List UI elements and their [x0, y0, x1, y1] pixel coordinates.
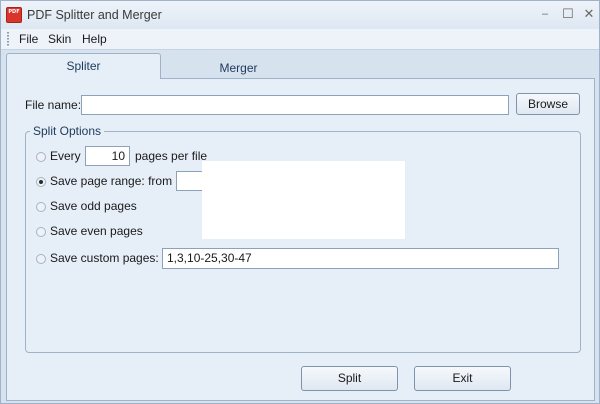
minimize-icon[interactable]: –	[535, 5, 555, 23]
browse-button-label: Browse	[527, 97, 568, 111]
radio-even-pages[interactable]	[36, 227, 46, 237]
tab-merger[interactable]: Merger	[161, 57, 316, 79]
radio-custom-pages[interactable]	[36, 254, 46, 264]
tab-splitter[interactable]: Spliter	[6, 53, 161, 79]
radio-odd-pages[interactable]	[36, 202, 46, 212]
title-bar[interactable]: PDF PDF Splitter and Merger – ☐ ✕	[1, 1, 599, 29]
odd-pages-label: Save odd pages	[50, 199, 137, 213]
split-button[interactable]: Split	[301, 366, 398, 391]
redaction-box	[202, 161, 405, 239]
file-name-input[interactable]	[81, 95, 509, 115]
splitter-panel: File name: Browse Split Options Every 10…	[6, 78, 595, 401]
split-options-title: Split Options	[30, 124, 105, 138]
custom-pages-label: Save custom pages:	[50, 251, 159, 265]
menu-help[interactable]: Help	[82, 32, 107, 46]
pages-per-file-label: pages per file	[135, 149, 208, 163]
every-label: Every	[50, 149, 81, 163]
file-name-label: File name:	[25, 98, 82, 112]
pdf-app-icon: PDF	[6, 7, 22, 23]
exit-button[interactable]: Exit	[414, 366, 511, 391]
menu-bar: File Skin Help	[1, 29, 599, 50]
page-range-label: Save page range: from	[50, 174, 173, 188]
menu-skin[interactable]: Skin	[48, 32, 71, 46]
radio-every[interactable]	[36, 152, 46, 162]
radio-page-range[interactable]	[36, 177, 46, 187]
split-button-label: Split	[337, 371, 362, 385]
maximize-icon[interactable]: ☐	[558, 5, 578, 23]
custom-pages-input[interactable]: 1,3,10-25,30-47	[162, 248, 559, 269]
menu-file[interactable]: File	[19, 32, 38, 46]
toolbar-grip-icon[interactable]	[7, 32, 9, 46]
even-pages-label: Save even pages	[50, 224, 143, 238]
exit-button-label: Exit	[452, 371, 473, 385]
close-icon[interactable]: ✕	[579, 5, 599, 23]
every-pages-input[interactable]: 10	[85, 146, 130, 166]
window-title: PDF Splitter and Merger	[27, 8, 162, 22]
browse-button[interactable]: Browse	[516, 93, 580, 115]
app-window: PDF PDF Splitter and Merger – ☐ ✕ File S…	[0, 0, 600, 404]
